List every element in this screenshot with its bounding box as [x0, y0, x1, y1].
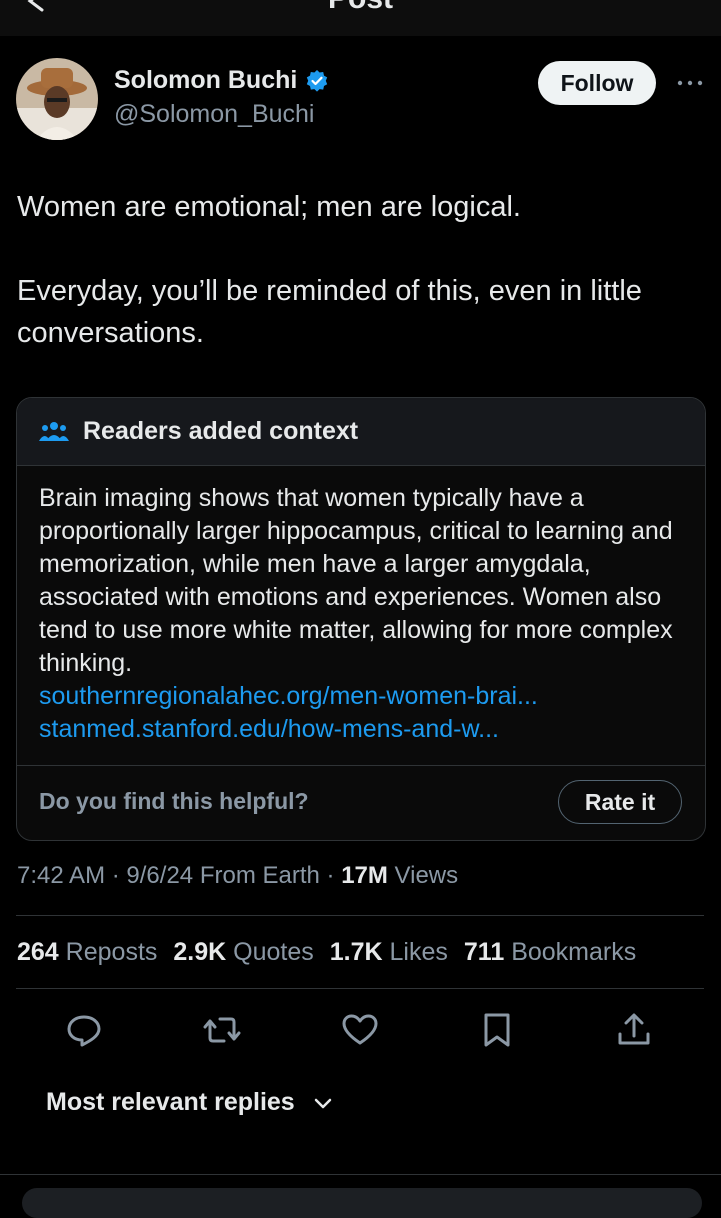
community-note-header: Readers added context: [17, 398, 705, 466]
reply-icon[interactable]: [64, 1010, 104, 1050]
divider: [16, 915, 704, 916]
views-label: Views: [394, 862, 459, 889]
author-handle[interactable]: @Solomon_Buchi: [114, 100, 315, 129]
community-note-footer: Do you find this helpful? Rate it: [17, 765, 705, 840]
community-note-text: Brain imaging shows that women typically…: [39, 484, 673, 677]
source-link-2[interactable]: stanmed.stanford.edu/how-mens-and-w...: [39, 713, 689, 746]
repost-icon[interactable]: [202, 1010, 242, 1050]
author-name[interactable]: Solomon Buchi: [114, 66, 297, 95]
divider: [16, 988, 704, 989]
meta-separator: ·: [326, 862, 342, 889]
chevron-down-icon[interactable]: [313, 1096, 333, 1110]
follow-button[interactable]: Follow: [538, 61, 656, 105]
replies-sort-label[interactable]: Most relevant replies: [46, 1088, 295, 1117]
tweet-text: Women are emotional; men are logical. Ev…: [17, 186, 707, 354]
post-date: 9/6/24: [126, 862, 194, 889]
engagement-stats: 264 Reposts 2.9K Quotes 1.7K Likes 711 B…: [17, 938, 636, 967]
rate-it-button[interactable]: Rate it: [558, 780, 682, 824]
action-bar: [0, 1010, 721, 1050]
people-icon: [39, 421, 69, 441]
divider: [0, 1174, 721, 1175]
share-icon[interactable]: [614, 1010, 654, 1050]
community-note-body: Brain imaging shows that women typically…: [39, 482, 689, 746]
tweet-line-1: Women are emotional; men are logical.: [17, 191, 521, 223]
replies-sort-dropdown[interactable]: Most relevant replies: [46, 1088, 333, 1117]
post-source: From Earth: [199, 862, 320, 889]
post-meta: 7:42 AM · 9/6/24 From Earth · 17M Views: [17, 862, 458, 890]
avatar[interactable]: [16, 58, 98, 140]
more-options-icon[interactable]: [672, 68, 708, 98]
like-icon[interactable]: [340, 1010, 380, 1050]
bookmarks-stat[interactable]: 711 Bookmarks: [464, 938, 636, 967]
post-time: 7:42 AM: [17, 862, 106, 889]
bookmark-icon[interactable]: [477, 1010, 517, 1050]
reposts-stat[interactable]: 264 Reposts: [17, 938, 157, 967]
page-title: Post: [0, 0, 721, 16]
community-note-title: Readers added context: [83, 417, 359, 445]
helpful-prompt: Do you find this helpful?: [39, 788, 309, 814]
author-name-row[interactable]: Solomon Buchi: [114, 66, 329, 95]
community-note: Readers added context Brain imaging show…: [16, 397, 706, 841]
source-link-1[interactable]: southernregionalahec.org/men-women-brai.…: [39, 680, 689, 713]
reply-composer-bar[interactable]: [22, 1188, 702, 1218]
likes-stat[interactable]: 1.7K Likes: [330, 938, 448, 967]
quotes-stat[interactable]: 2.9K Quotes: [173, 938, 313, 967]
views-count: 17M: [341, 862, 388, 889]
meta-separator: ·: [111, 862, 127, 889]
tweet-line-2: Everyday, you’ll be reminded of this, ev…: [17, 275, 642, 349]
top-bar: Post: [0, 0, 721, 36]
verified-badge-icon: [307, 69, 328, 92]
